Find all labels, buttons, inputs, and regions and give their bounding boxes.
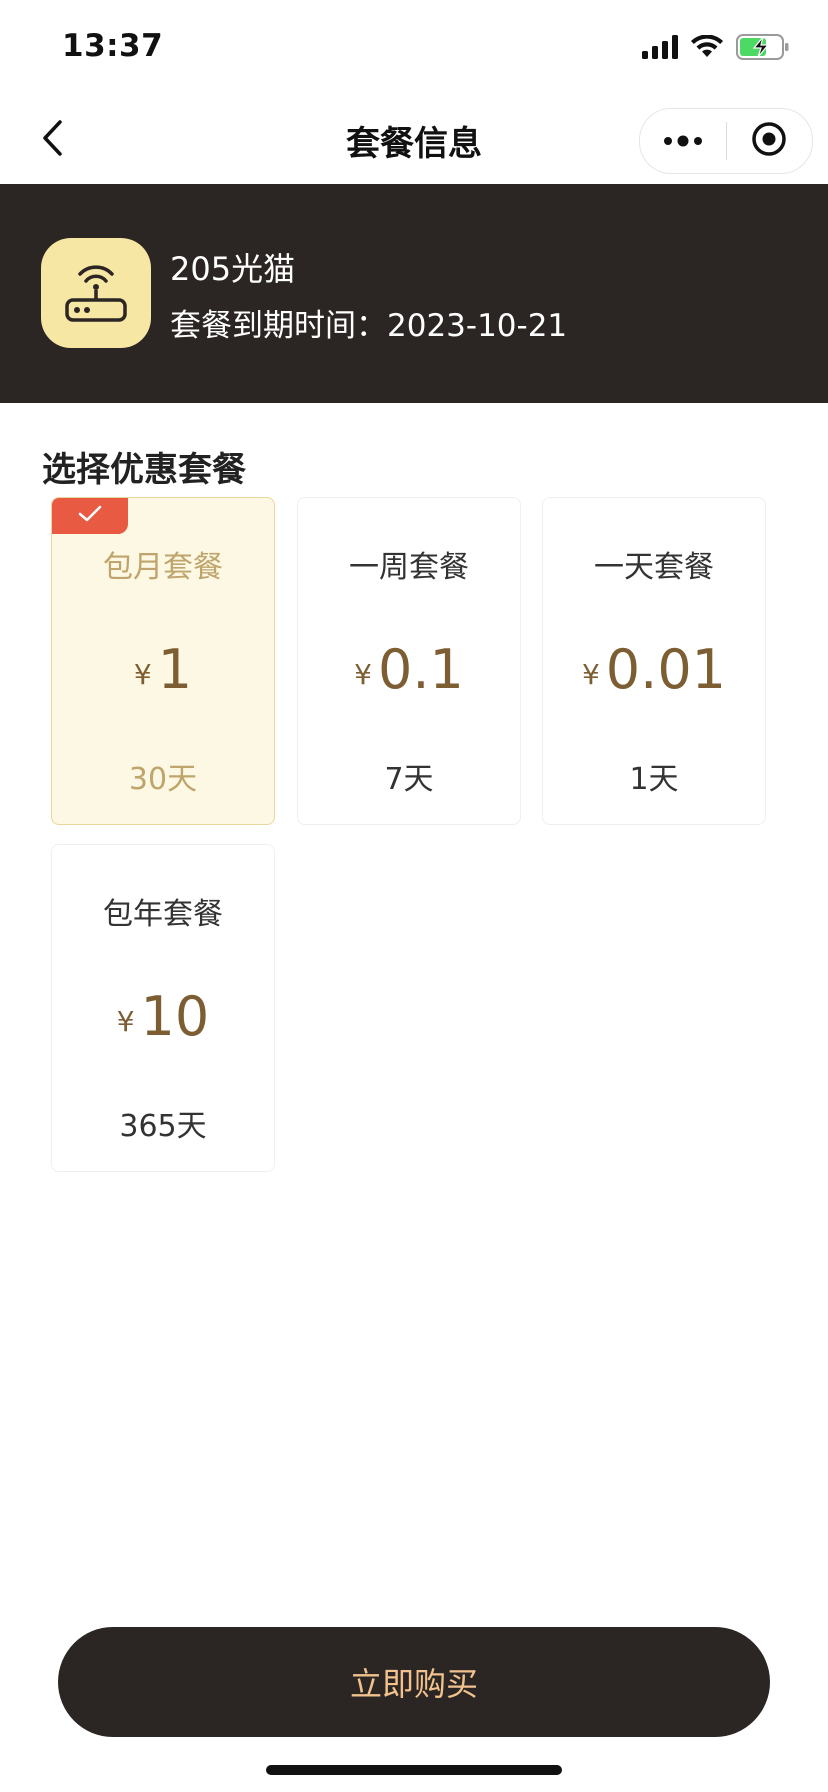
device-name: 205光猫 (170, 250, 296, 288)
package-card-daily[interactable]: 一天套餐 ¥0.01 1天 (542, 497, 766, 825)
package-days: 7天 (384, 762, 434, 797)
wifi-icon (690, 35, 724, 59)
package-price: ¥1 (52, 638, 274, 701)
status-time: 13:37 (62, 28, 164, 64)
status-icons (642, 34, 790, 60)
more-button[interactable] (640, 109, 726, 173)
mini-program-capsule (639, 108, 813, 174)
currency-symbol: ¥ (581, 658, 600, 691)
price-amount: 10 (140, 985, 210, 1048)
currency-symbol: ¥ (354, 658, 372, 691)
package-days: 1天 (629, 762, 679, 797)
package-card-monthly[interactable]: 包月套餐 ¥1 30天 (51, 497, 275, 825)
package-days: 30天 (128, 762, 198, 797)
checkmark-icon (77, 504, 103, 528)
package-card-weekly[interactable]: 一周套餐 ¥0.1 7天 (297, 497, 521, 825)
package-days: 365天 (119, 1109, 207, 1144)
section-title: 选择优惠套餐 (42, 450, 246, 490)
package-name: 一天套餐 (594, 550, 714, 585)
price-amount: 1 (157, 638, 193, 701)
device-expiry: 套餐到期时间：2023-10-21 (170, 308, 568, 344)
package-name: 包年套餐 (103, 897, 223, 932)
buy-now-button[interactable]: 立即购买 (58, 1627, 770, 1737)
price-amount: 0.1 (377, 638, 464, 701)
package-name: 包月套餐 (103, 550, 223, 585)
status-bar: 13:37 (0, 0, 828, 96)
currency-symbol: ¥ (116, 1005, 135, 1038)
package-price: ¥0.01 (543, 638, 765, 701)
package-name: 一周套餐 (349, 550, 469, 585)
package-price: ¥0.1 (298, 638, 520, 701)
package-card-yearly[interactable]: 包年套餐 ¥10 365天 (51, 844, 275, 1172)
more-dots-icon (663, 132, 703, 151)
home-indicator (266, 1765, 562, 1775)
router-wifi-icon (59, 254, 133, 332)
target-icon (751, 121, 787, 161)
battery-charging-icon (736, 34, 790, 60)
package-price: ¥10 (52, 985, 274, 1048)
close-mini-program-button[interactable] (727, 109, 813, 173)
nav-bar: 套餐信息 (0, 96, 828, 184)
currency-symbol: ¥ (133, 658, 152, 691)
package-info-page: 13:37 套餐信息 205光猫 套餐到期时间：2023-10-21 选择优惠套… (0, 0, 828, 1792)
device-avatar (41, 238, 151, 348)
selected-badge (52, 498, 128, 534)
price-amount: 0.01 (605, 638, 727, 701)
signal-icon (642, 35, 678, 59)
device-header: 205光猫 套餐到期时间：2023-10-21 (0, 184, 828, 403)
